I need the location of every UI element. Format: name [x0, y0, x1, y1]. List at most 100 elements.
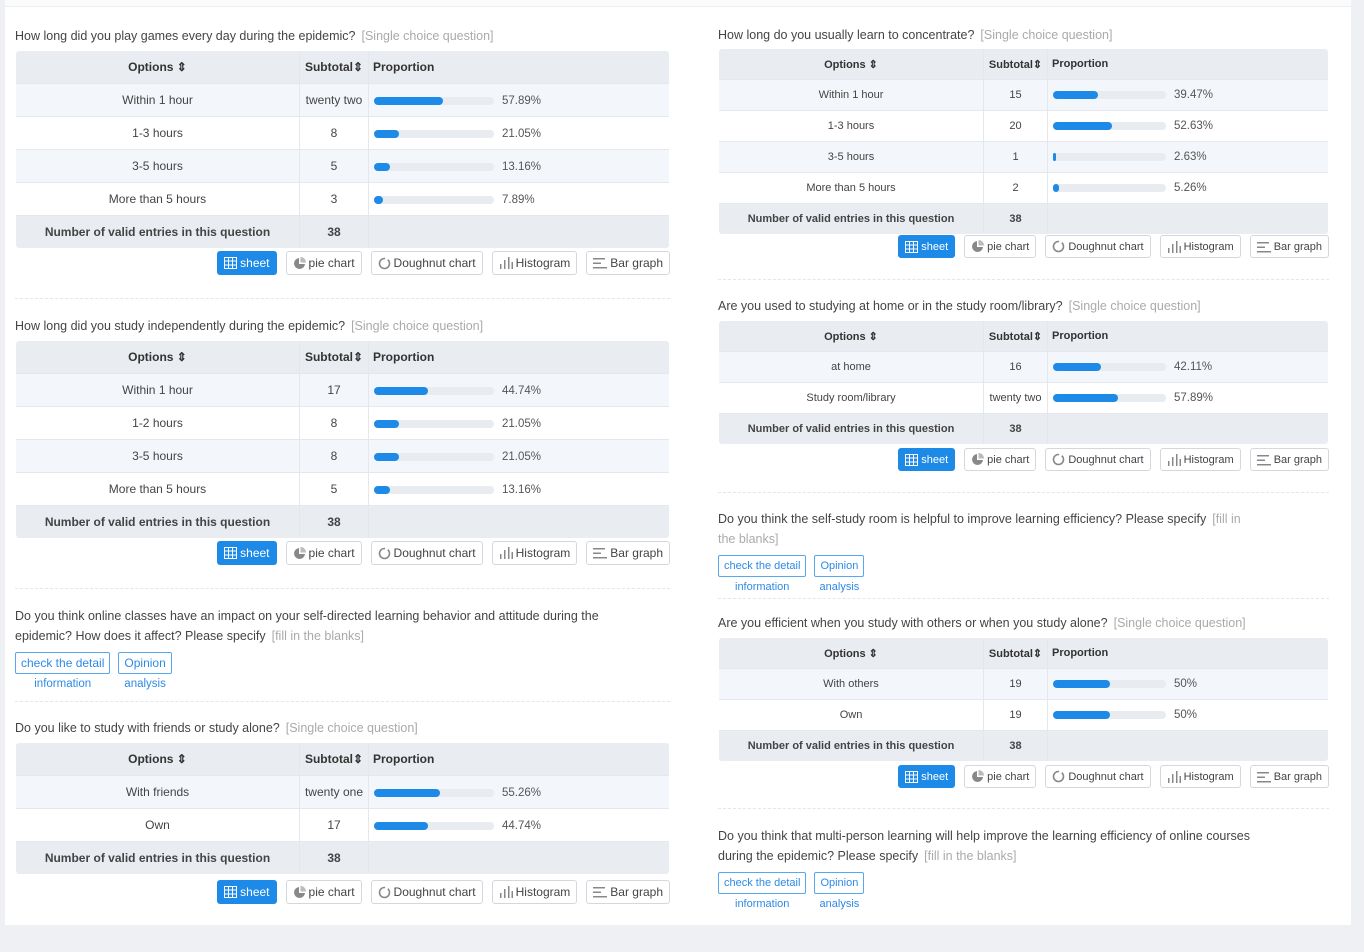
subtotal-cell: 17	[299, 808, 369, 842]
bar-graph-button[interactable]: Bar graph	[586, 541, 670, 565]
opinion-analysis-button[interactable]: Opinion	[814, 555, 865, 577]
histogram-icon	[499, 547, 513, 559]
question-text: Are you used to studying at home or in t…	[718, 299, 1063, 313]
subtotal-header[interactable]: Subtotal⇕	[299, 341, 369, 374]
total-row: Number of valid entries in this question…	[719, 203, 1328, 234]
subtotal-header[interactable]: Subtotal⇕	[983, 638, 1048, 669]
proportion-bar-fill	[374, 96, 444, 105]
bar-graph-button-label: Bar graph	[610, 546, 663, 560]
option-cell: More than 5 hours	[719, 172, 984, 204]
bar-graph-button[interactable]: Bar graph	[586, 880, 670, 904]
question-type-tag: [Single choice question]	[1113, 616, 1246, 630]
percent-label: 44.74%	[502, 384, 542, 397]
options-header[interactable]: Options ⇕	[16, 341, 300, 374]
doughnut-chart-button[interactable]: Doughnut chart	[370, 880, 483, 904]
pie-chart-button[interactable]: pie chart	[964, 765, 1037, 788]
bar-graph-icon	[593, 886, 608, 898]
histogram-button[interactable]: Histogram	[491, 251, 578, 275]
sheet-button[interactable]: sheet	[217, 880, 277, 904]
opinion-analysis-action: Opinion analysis	[118, 652, 172, 690]
pie-chart-button[interactable]: pie chart	[964, 235, 1037, 258]
opinion-analysis-sublabel[interactable]: analysis	[820, 581, 860, 593]
option-cell: 3-5 hours	[719, 141, 984, 173]
check-detail-sublabel[interactable]: information	[34, 678, 91, 690]
doughnut-chart-icon	[1052, 770, 1065, 783]
percent-label: 13.16%	[502, 483, 542, 496]
check-detail-button[interactable]: check the detail	[718, 555, 807, 577]
pie-chart-button[interactable]: pie chart	[285, 251, 362, 275]
histogram-button[interactable]: Histogram	[1159, 235, 1241, 258]
histogram-button[interactable]: Histogram	[491, 541, 578, 565]
subtotal-header[interactable]: Subtotal⇕	[983, 321, 1048, 352]
bar-graph-button[interactable]: Bar graph	[1249, 765, 1329, 788]
option-cell: Own	[719, 699, 984, 731]
subtotal-cell: 3	[299, 182, 369, 216]
histogram-button[interactable]: Histogram	[1159, 448, 1241, 471]
doughnut-chart-button[interactable]: Doughnut chart	[1045, 765, 1151, 788]
percent-label: 50%	[1174, 709, 1198, 722]
proportion-bar	[374, 788, 494, 797]
bar-graph-button[interactable]: Bar graph	[1249, 448, 1329, 471]
valid-entries-label: Number of valid entries in this question	[719, 413, 984, 444]
opinion-analysis-button[interactable]: Opinion	[814, 872, 865, 894]
proportion-cell: 44.74%	[368, 373, 669, 407]
options-header[interactable]: Options ⇕	[16, 743, 300, 776]
valid-entries-label: Number of valid entries in this question	[16, 215, 300, 248]
bar-graph-button[interactable]: Bar graph	[1249, 235, 1329, 258]
proportion-header: Proportion	[368, 51, 669, 84]
pie-chart-button[interactable]: pie chart	[964, 448, 1037, 471]
opinion-analysis-sublabel[interactable]: analysis	[124, 678, 166, 690]
chart-type-switcher: sheet pie chart Doughnut chart Histogram Bar…	[898, 235, 1329, 258]
chart-type-switcher: sheet pie chart Doughnut chart Histogram Bar…	[898, 448, 1329, 471]
doughnut-chart-icon	[378, 257, 391, 270]
doughnut-chart-button[interactable]: Doughnut chart	[1045, 448, 1151, 471]
options-header[interactable]: Options ⇕	[719, 321, 984, 352]
subtotal-header[interactable]: Subtotal⇕	[983, 49, 1048, 80]
proportion-bar	[1053, 711, 1166, 720]
check-detail-sublabel[interactable]: information	[735, 898, 789, 910]
bar-graph-icon	[593, 257, 608, 269]
opinion-analysis-button[interactable]: Opinion	[118, 652, 172, 674]
pie-chart-button-label: pie chart	[987, 770, 1030, 783]
opinion-analysis-sublabel[interactable]: analysis	[820, 898, 860, 910]
doughnut-chart-button-label: Doughnut chart	[393, 546, 476, 560]
subtotal-header[interactable]: Subtotal⇕	[299, 51, 369, 84]
pie-chart-icon	[293, 256, 306, 270]
proportion-cell: 13.16%	[368, 472, 669, 506]
question-title: How long do you usually learn to concent…	[718, 25, 1258, 45]
subtotal-header[interactable]: Subtotal⇕	[299, 743, 369, 776]
pie-chart-button[interactable]: pie chart	[285, 541, 362, 565]
doughnut-chart-button[interactable]: Doughnut chart	[370, 251, 483, 275]
sheet-button[interactable]: sheet	[217, 541, 277, 565]
options-header[interactable]: Options ⇕	[719, 638, 984, 669]
table-icon	[224, 257, 238, 269]
histogram-button-label: Histogram	[1183, 770, 1234, 783]
histogram-button[interactable]: Histogram	[491, 880, 578, 904]
pie-chart-button[interactable]: pie chart	[285, 880, 362, 904]
proportion-bar-fill	[1053, 711, 1110, 720]
proportion-bar-fill	[374, 386, 428, 395]
check-detail-sublabel[interactable]: information	[735, 581, 789, 593]
options-header[interactable]: Options ⇕	[719, 49, 984, 80]
sheet-button[interactable]: sheet	[898, 235, 956, 258]
question-type-tag: [Single choice question]	[361, 29, 494, 43]
sheet-button[interactable]: sheet	[898, 448, 956, 471]
sheet-button[interactable]: sheet	[217, 251, 277, 275]
sheet-button[interactable]: sheet	[898, 765, 956, 788]
check-detail-button[interactable]: check the detail	[718, 872, 807, 894]
options-header[interactable]: Options ⇕	[16, 51, 300, 84]
histogram-button[interactable]: Histogram	[1159, 765, 1241, 788]
doughnut-chart-button[interactable]: Doughnut chart	[1045, 235, 1151, 258]
table-row: More than 5 hours 2 5.26%	[719, 172, 1328, 204]
option-cell: With friends	[16, 775, 300, 809]
bar-graph-button[interactable]: Bar graph	[586, 251, 670, 275]
results-table: Options ⇕ Subtotal⇕ Proportion at home 16 42.…	[718, 320, 1329, 445]
doughnut-chart-button[interactable]: Doughnut chart	[370, 541, 483, 565]
bar-graph-icon	[593, 547, 608, 559]
percent-label: 21.05%	[502, 417, 542, 430]
table-icon	[905, 770, 919, 783]
valid-entries-count: 38	[983, 730, 1048, 761]
check-detail-button[interactable]: check the detail	[15, 652, 111, 674]
chart-type-switcher: sheet pie chart Doughnut chart Histogram Bar…	[217, 880, 670, 904]
table-row: at home 16 42.11%	[719, 351, 1328, 383]
